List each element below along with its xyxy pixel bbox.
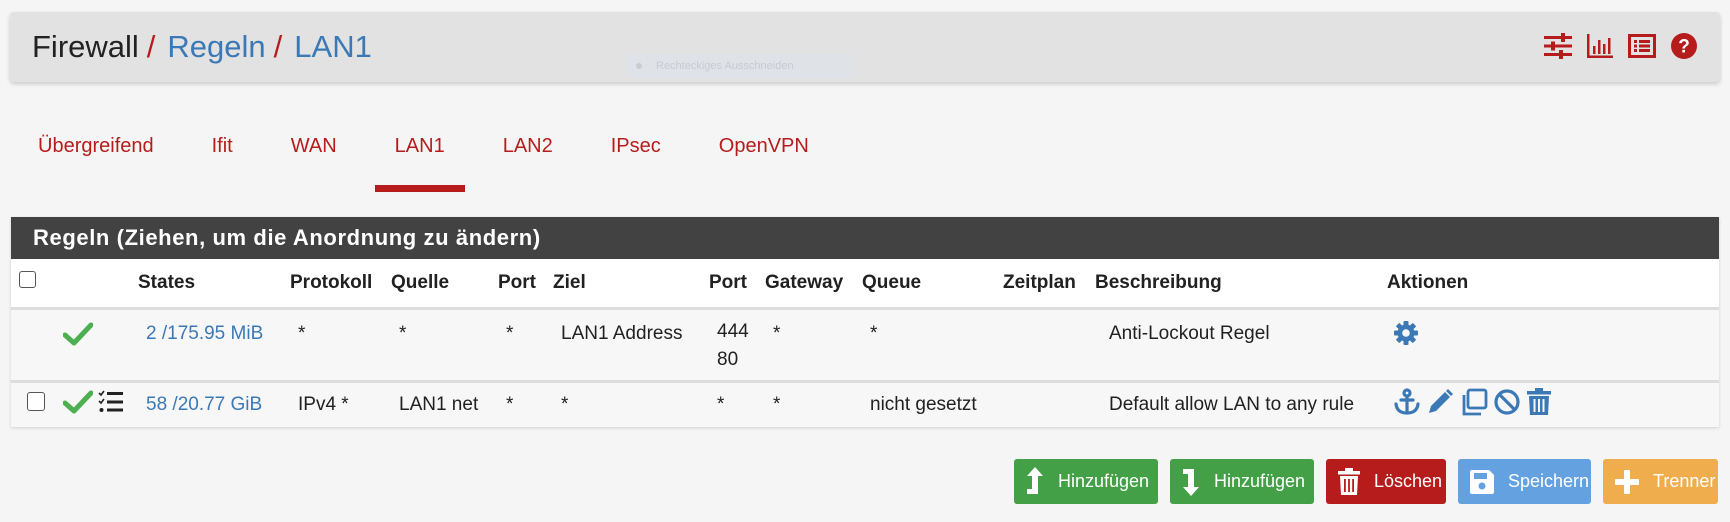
destination-cell: *	[561, 393, 569, 415]
queue-cell: nicht gesetzt	[870, 393, 977, 415]
states-link[interactable]: 58 /20.77 GiB	[146, 394, 262, 415]
page-header: Firewall / Regeln / LAN1 Rechteckiges Au…	[10, 12, 1720, 82]
delete-button[interactable]: Löschen	[1326, 459, 1446, 504]
col-source: Quelle	[391, 259, 498, 310]
add-bottom-button[interactable]: Hinzufügen	[1170, 459, 1314, 504]
breadcrumb-regeln[interactable]: Regeln	[167, 29, 265, 65]
rules-table: States Protokoll Quelle Port Ziel Port G…	[11, 259, 1719, 427]
edit-icon[interactable]	[1426, 388, 1459, 421]
col-destination: Ziel	[553, 259, 709, 310]
states-link[interactable]: 2 /175.95 MiB	[146, 323, 263, 344]
tab-uebergreifend[interactable]: Übergreifend	[18, 130, 174, 163]
delete-label: Löschen	[1374, 471, 1443, 491]
add-top-label: Hinzufügen	[1058, 471, 1150, 491]
tab-openvpn[interactable]: OpenVPN	[699, 130, 829, 163]
add-bottom-label: Hinzufügen	[1214, 471, 1306, 491]
bar-chart-icon[interactable]	[1586, 32, 1614, 60]
interface-tabs: Übergreifend Ifit WAN LAN1 LAN2 IPsec Op…	[18, 130, 847, 192]
col-source-port: Port	[498, 259, 553, 310]
tooltip-dot-icon	[636, 63, 642, 69]
ghost-tooltip-text: Rechteckiges Ausschneiden	[656, 60, 794, 72]
description-cell: Default allow LAN to any rule	[1109, 393, 1355, 415]
add-top-button[interactable]: Hinzufügen	[1014, 459, 1158, 504]
help-icon[interactable]: ?	[1670, 32, 1698, 60]
breadcrumb-lan1[interactable]: LAN1	[294, 29, 372, 65]
disable-icon[interactable]	[1493, 389, 1526, 421]
panel-title: Regeln (Ziehen, um die Anordnung zu ände…	[11, 217, 1719, 259]
breadcrumb-separator: /	[273, 29, 283, 64]
destination-port-cell: 444	[717, 320, 749, 342]
sliders-icon[interactable]	[1544, 32, 1572, 60]
action-buttons: Hinzufügen Hinzufügen Löschen Speichern …	[1014, 459, 1718, 504]
list-alt-icon[interactable]	[1628, 32, 1656, 60]
col-destination-port: Port	[709, 259, 765, 310]
add-separator-button[interactable]: Trenner	[1603, 459, 1718, 504]
trash-icon	[1338, 467, 1360, 496]
tab-wan[interactable]: WAN	[271, 130, 357, 163]
col-description: Beschreibung	[1095, 259, 1387, 310]
table-row[interactable]: 58 /20.77 GiB IPv4 * LAN1 net * * * * ni…	[11, 381, 1719, 427]
col-gateway: Gateway	[765, 259, 862, 310]
select-all-checkbox[interactable]	[19, 271, 36, 289]
source-cell: LAN1 net	[399, 393, 479, 415]
gateway-cell: *	[773, 322, 781, 344]
col-schedule: Zeitplan	[1003, 259, 1095, 310]
delete-icon[interactable]	[1526, 387, 1552, 421]
protocol-cell: *	[298, 322, 306, 344]
source-port-cell: *	[506, 322, 514, 344]
destination-cell: LAN1 Address	[561, 322, 683, 344]
copy-icon[interactable]	[1460, 388, 1493, 421]
separator-label: Trenner	[1653, 471, 1716, 491]
advanced-options-icon	[98, 390, 124, 419]
floppy-disk-icon	[1470, 469, 1494, 494]
table-header-row: States Protokoll Quelle Port Ziel Port G…	[11, 259, 1719, 310]
col-protocol: Protokoll	[290, 259, 391, 310]
source-cell: *	[399, 322, 407, 344]
protocol-cell: IPv4 *	[298, 393, 349, 415]
plus-icon	[1615, 469, 1639, 494]
arrow-down-icon	[1182, 467, 1200, 497]
tab-lan1[interactable]: LAN1	[374, 130, 465, 192]
queue-cell: *	[870, 322, 878, 344]
pass-check-icon	[62, 390, 98, 419]
table-row[interactable]: 2 /175.95 MiB * * * LAN1 Address 444 80 …	[11, 308, 1719, 383]
ghost-tooltip: Rechteckiges Ausschneiden	[626, 54, 854, 78]
destination-port-cell: *	[717, 393, 725, 415]
svg-text:?: ?	[1678, 37, 1690, 58]
settings-icon[interactable]	[1393, 320, 1419, 351]
description-cell: Anti-Lockout Regel	[1109, 322, 1270, 344]
save-label: Speichern	[1508, 471, 1590, 491]
destination-port-cell: 80	[717, 348, 739, 370]
col-queue: Queue	[862, 259, 1003, 310]
gateway-cell: *	[773, 393, 781, 415]
header-icons: ?	[1544, 32, 1698, 60]
tab-ifit[interactable]: Ifit	[192, 130, 253, 163]
row-select-checkbox[interactable]	[27, 392, 45, 412]
anchor-icon[interactable]	[1393, 388, 1426, 421]
source-port-cell: *	[506, 393, 514, 415]
save-button[interactable]: Speichern	[1458, 459, 1591, 504]
rules-panel: Regeln (Ziehen, um die Anordnung zu ände…	[11, 217, 1719, 427]
col-actions: Aktionen	[1387, 259, 1719, 310]
col-states: States	[138, 259, 290, 310]
tab-lan2[interactable]: LAN2	[483, 130, 573, 163]
arrow-up-icon	[1026, 466, 1044, 497]
breadcrumb-separator: /	[146, 29, 156, 64]
col-status	[55, 259, 138, 310]
tab-ipsec[interactable]: IPsec	[591, 130, 681, 163]
pass-check-icon	[62, 322, 94, 351]
breadcrumb-firewall: Firewall	[32, 29, 139, 64]
